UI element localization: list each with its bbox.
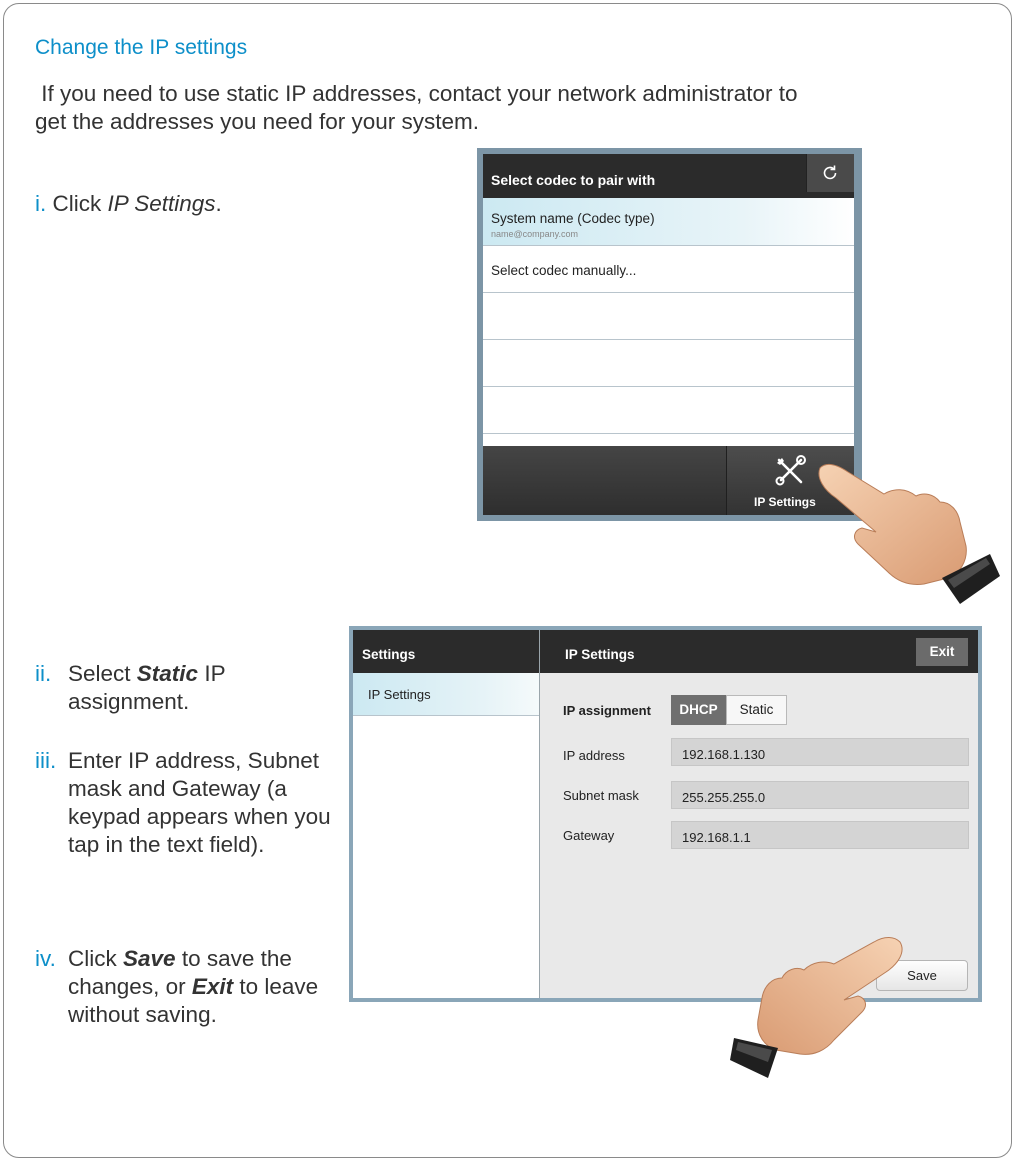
step-text: Select	[68, 661, 137, 686]
codec-name: System name (Codec type)	[491, 211, 655, 226]
codec-list-item-empty	[483, 387, 854, 434]
ip-address-label: IP address	[563, 748, 625, 763]
subnet-mask-value: 255.255.255.0	[682, 790, 766, 805]
sidebar-item-label: IP Settings	[368, 687, 431, 702]
step-text: Click	[68, 946, 123, 971]
codec-list-item-selected[interactable]: System name (Codec type) name@company.co…	[483, 198, 854, 246]
step-iii: iii. Enter IP address, Subnet mask and Ga…	[35, 747, 348, 859]
sidebar-item-ip-settings[interactable]: IP Settings	[353, 673, 539, 716]
subnet-mask-label: Subnet mask	[563, 788, 639, 803]
step-number: iv.	[35, 946, 56, 971]
codec-select-title: Select codec to pair with	[491, 172, 656, 188]
settings-header: Settings	[353, 630, 539, 673]
step-i: i. Click IP Settings.	[35, 190, 222, 218]
static-option[interactable]: Static	[726, 695, 787, 725]
codec-list-item-manual[interactable]: Select codec manually...	[483, 246, 854, 293]
section-heading: Change the IP settings	[35, 36, 248, 59]
codec-list-item-empty	[483, 293, 854, 340]
ip-address-field[interactable]: 192.168.1.130	[671, 738, 969, 766]
step-iv: iv. Click Save to save the changes, or Ex…	[35, 945, 348, 1029]
step-emphasis: Exit	[191, 974, 234, 999]
refresh-icon	[823, 165, 837, 180]
refresh-button[interactable]	[806, 154, 854, 192]
step-emphasis: Save	[123, 946, 176, 971]
gateway-value: 192.168.1.1	[682, 830, 751, 845]
exit-button[interactable]: Exit	[916, 638, 968, 666]
wrench-screwdriver-icon	[775, 455, 806, 486]
step-emphasis: IP Settings	[107, 191, 216, 216]
pointing-hand-icon	[818, 464, 1000, 604]
settings-title: Settings	[362, 647, 416, 662]
gateway-field[interactable]: 192.168.1.1	[671, 821, 969, 849]
intro-text: If you need to use static IP addresses, …	[35, 81, 804, 134]
codec-select-header: Select codec to pair with	[483, 154, 854, 198]
ip-address-value: 192.168.1.130	[682, 747, 766, 762]
step-text: .	[215, 191, 222, 216]
gateway-label: Gateway	[563, 828, 615, 843]
codec-address: name@company.com	[491, 229, 579, 239]
ip-settings-header: IP Settings Exit	[540, 630, 978, 673]
subnet-mask-field[interactable]: 255.255.255.0	[671, 781, 969, 809]
step-ii: ii. Select Static IP assignment.	[35, 660, 328, 716]
ip-settings-label: IP Settings	[754, 495, 816, 509]
ip-settings-title: IP Settings	[565, 647, 635, 662]
codec-select-screen: Select codec to pair with System name (C…	[477, 148, 862, 521]
codec-select-footer: IP Settings	[483, 446, 854, 515]
pointing-hand-icon	[730, 937, 903, 1078]
step-text: Click	[52, 191, 108, 216]
ip-assignment-label: IP assignment	[563, 703, 651, 718]
codec-manual-label: Select codec manually...	[491, 263, 637, 278]
step-number: i.	[35, 191, 47, 216]
codec-list-item-empty	[483, 340, 854, 387]
step-emphasis: Static	[136, 661, 199, 686]
step-number: iii.	[35, 748, 57, 773]
step-number: ii.	[35, 661, 52, 686]
step-text: Enter IP address, Subnet mask and Gatewa…	[68, 748, 331, 857]
dhcp-option[interactable]: DHCP	[671, 695, 726, 725]
